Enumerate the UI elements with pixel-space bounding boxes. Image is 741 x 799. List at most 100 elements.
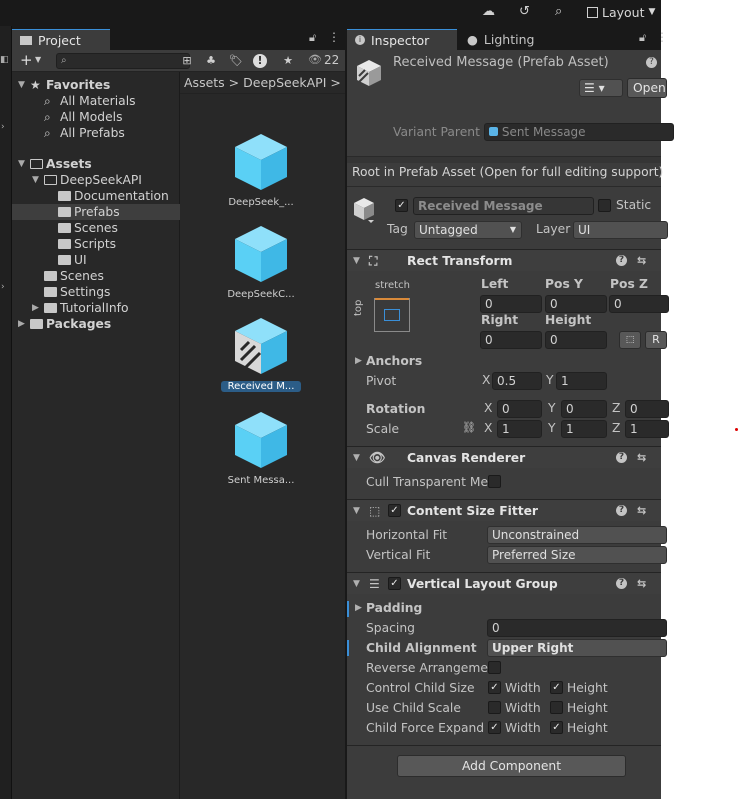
warning-icon[interactable]: !: [253, 54, 267, 68]
tree-item[interactable]: ⌕ All Prefabs: [12, 125, 180, 141]
help-icon[interactable]: ?: [616, 578, 627, 589]
static-checkbox[interactable]: [598, 199, 611, 212]
constrain-proportions-icon[interactable]: ⛓︎: [462, 421, 476, 434]
tree-item[interactable]: ▼ DeepSeekAPI: [12, 172, 180, 188]
component-menu-icon[interactable]: ⇆: [637, 447, 646, 469]
more-menu-icon[interactable]: ⋮: [328, 30, 340, 44]
expand-arrow-icon[interactable]: ▶: [355, 603, 362, 613]
canvas-renderer-header[interactable]: ▼ 👁︎ Canvas Renderer ? ⇆: [347, 446, 661, 468]
lock-icon[interactable]: 🔓︎: [639, 31, 646, 45]
right-field[interactable]: 0: [480, 331, 542, 349]
collapsed-arrow-icon[interactable]: ▶: [18, 316, 25, 332]
component-menu-icon[interactable]: ⇆: [637, 250, 646, 272]
tree-item[interactable]: ▶ TutorialInfo: [12, 300, 180, 316]
rotation-x-field[interactable]: 0: [497, 400, 542, 418]
create-plus-icon[interactable]: +: [20, 51, 33, 69]
tree-item[interactable]: UI: [12, 252, 180, 268]
help-icon[interactable]: ?: [646, 57, 657, 68]
spacing-field[interactable]: 0: [487, 619, 667, 637]
scale-x-field[interactable]: 1: [497, 420, 542, 438]
search-input[interactable]: ⌕: [56, 53, 190, 69]
pivot-y-field[interactable]: 1: [556, 372, 607, 390]
pivot-x-field[interactable]: 0.5: [492, 372, 542, 390]
expand-arrow-icon[interactable]: ▶: [355, 356, 362, 366]
tree-item[interactable]: Settings: [12, 284, 180, 300]
vertical-layout-group-header[interactable]: ▼ ☰ ✓ Vertical Layout Group ? ⇆: [347, 572, 661, 594]
anchor-presets-button[interactable]: [374, 298, 410, 332]
active-checkbox[interactable]: ✓: [395, 199, 408, 212]
tree-item[interactable]: Prefabs: [12, 204, 180, 220]
help-icon[interactable]: ?: [616, 255, 627, 266]
collapse-arrow-icon[interactable]: ▼: [353, 250, 360, 272]
vfit-dropdown[interactable]: Preferred Size: [487, 546, 667, 564]
tree-item[interactable]: ⌕ All Models: [12, 109, 180, 125]
breadcrumb-deepseekapi[interactable]: DeepSeekAPI: [243, 75, 326, 90]
more-menu-icon[interactable]: ⋮: [656, 30, 668, 44]
tree-item[interactable]: ▼ ★ Favorites: [12, 77, 180, 93]
rotation-z-field[interactable]: 0: [625, 400, 669, 418]
enabled-checkbox[interactable]: ✓: [388, 577, 401, 590]
asset-tile[interactable]: DeepSeek_...: [221, 132, 301, 208]
scale-z-field[interactable]: 1: [625, 420, 669, 438]
tree-item[interactable]: ▼ Assets: [12, 156, 180, 172]
tab-lighting[interactable]: ● Lighting: [459, 29, 559, 50]
hfit-dropdown[interactable]: Unconstrained: [487, 526, 667, 544]
filter-shapes-icon[interactable]: ♣: [202, 53, 220, 69]
reverse-checkbox[interactable]: [488, 661, 501, 674]
help-icon[interactable]: ?: [616, 452, 627, 463]
raw-edit-button[interactable]: R: [645, 331, 667, 349]
expand-arrow-icon[interactable]: ›: [1, 282, 5, 292]
overrides-dropdown[interactable]: ☰ ▾: [579, 79, 623, 97]
collapse-arrow-icon[interactable]: ▼: [353, 573, 360, 595]
expanded-arrow-icon[interactable]: ▼: [18, 77, 25, 93]
tab-inspector[interactable]: i Inspector: [347, 29, 457, 50]
tag-icon[interactable]: 🏷︎: [227, 53, 245, 69]
layout-dropdown[interactable]: Layout ▼: [587, 2, 655, 22]
tree-item[interactable]: Scenes: [12, 268, 180, 284]
asset-tile[interactable]: Sent Messa...: [221, 410, 301, 486]
content-size-fitter-header[interactable]: ▼ ⬚ ✓ Content Size Fitter ? ⇆: [347, 499, 661, 521]
search-icon[interactable]: ⌕: [555, 4, 562, 19]
component-menu-icon[interactable]: ⇆: [637, 573, 646, 595]
tab-project[interactable]: Project: [12, 29, 110, 50]
tree-item[interactable]: Documentation: [12, 188, 180, 204]
scale-height-checkbox[interactable]: [550, 701, 563, 714]
scale-y-field[interactable]: 1: [561, 420, 607, 438]
posz-field[interactable]: 0: [609, 295, 669, 313]
rotation-y-field[interactable]: 0: [561, 400, 607, 418]
chevron-down-icon[interactable]: ▼: [35, 55, 41, 64]
control-width-checkbox[interactable]: ✓: [488, 681, 501, 694]
tree-item[interactable]: Scripts: [12, 236, 180, 252]
open-prefab-button[interactable]: Open: [627, 78, 667, 98]
tree-item[interactable]: ▶ Packages: [12, 316, 180, 332]
history-icon[interactable]: ↺: [519, 4, 530, 19]
cloud-icon[interactable]: ☁: [482, 4, 495, 19]
expand-arrow-icon[interactable]: ›: [1, 122, 5, 132]
object-name-field[interactable]: Received Message: [413, 197, 594, 215]
lock-icon[interactable]: 🔓︎: [309, 31, 316, 45]
asset-tile[interactable]: Received M...: [221, 316, 301, 392]
scale-width-checkbox[interactable]: [488, 701, 501, 714]
collapse-arrow-icon[interactable]: ▼: [353, 447, 360, 469]
breadcrumb-assets[interactable]: Assets: [184, 75, 225, 90]
hidden-packages-eye-icon[interactable]: 👁︎: [308, 53, 322, 66]
expand-width-checkbox[interactable]: ✓: [488, 721, 501, 734]
rect-transform-header[interactable]: ▼ ⛶ Rect Transform ? ⇆: [347, 249, 661, 271]
blueprint-mode-button[interactable]: ⬚: [619, 331, 641, 349]
collapse-arrow-icon[interactable]: ▼: [353, 500, 360, 522]
anchors-label[interactable]: Anchors: [366, 351, 422, 371]
expand-height-checkbox[interactable]: ✓: [550, 721, 563, 734]
enabled-checkbox[interactable]: ✓: [388, 504, 401, 517]
expanded-arrow-icon[interactable]: ▼: [18, 156, 25, 172]
tree-item[interactable]: Scenes: [12, 220, 180, 236]
tag-dropdown[interactable]: Untagged ▼: [414, 221, 522, 239]
search-by-type-icon[interactable]: ⊞: [178, 53, 196, 69]
favorite-star-icon[interactable]: ★: [279, 53, 297, 69]
expanded-arrow-icon[interactable]: ▼: [32, 172, 39, 188]
cull-checkbox[interactable]: [488, 475, 501, 488]
control-height-checkbox[interactable]: ✓: [550, 681, 563, 694]
layer-dropdown[interactable]: UI: [573, 221, 668, 239]
add-component-button[interactable]: Add Component: [397, 755, 626, 777]
collapsed-arrow-icon[interactable]: ▶: [32, 300, 39, 316]
variant-parent-field[interactable]: Sent Message: [484, 123, 674, 141]
